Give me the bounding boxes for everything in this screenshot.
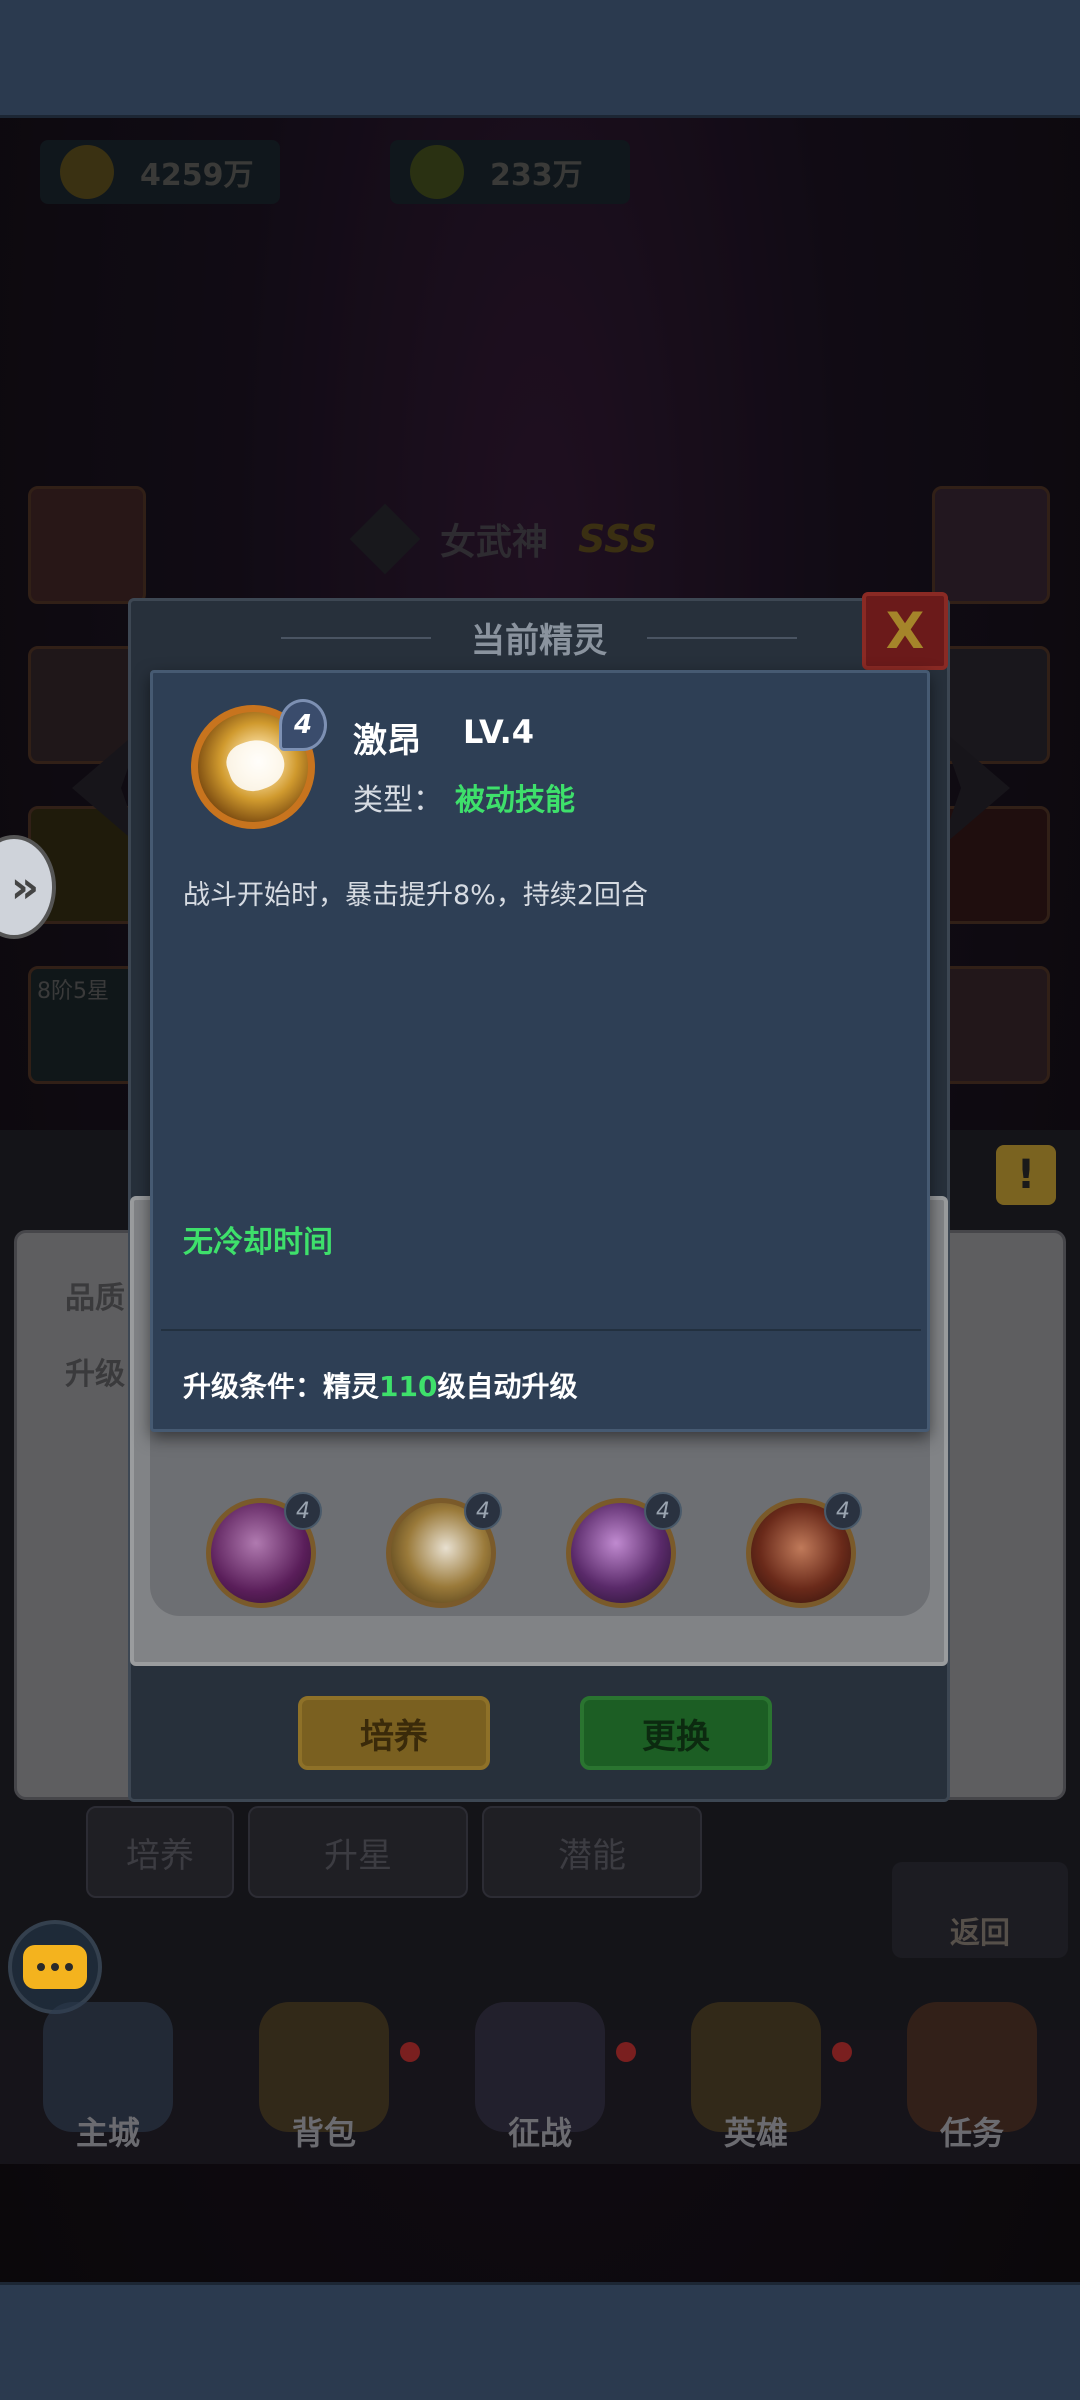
train-button[interactable]: 培养 (298, 1696, 490, 1770)
notification-dot (400, 2042, 420, 2062)
spirit-level-badge: 4 (644, 1492, 682, 1530)
double-chevron-icon: » (10, 861, 40, 913)
tab-star-up[interactable]: 升星 (248, 1806, 468, 1898)
system-nav-bar (0, 2282, 1080, 2400)
dialog-header: 当前精灵 (131, 601, 947, 673)
chat-icon (23, 1945, 87, 1989)
divider (161, 1329, 921, 1331)
skill-level-badge: 4 (279, 699, 327, 751)
info-warning-button[interactable]: ! (996, 1145, 1056, 1205)
quality-label: 品质 (65, 1281, 125, 1316)
change-button[interactable]: 更换 (580, 1696, 772, 1770)
spirit-level-badge: 4 (824, 1492, 862, 1530)
tab-potential[interactable]: 潜能 (482, 1806, 702, 1898)
upgrade-label: 升级 (65, 1357, 125, 1392)
nav-label: 背包 (291, 2114, 356, 2152)
spirit-level-badge: 4 (464, 1492, 502, 1530)
tab-train[interactable]: 培养 (86, 1806, 234, 1898)
skill-level: LV.4 (463, 713, 535, 751)
upgrade-required-level: 110 (379, 1370, 438, 1403)
main-nav: 主城 背包 征战 英雄 任务 (0, 2002, 1080, 2164)
upgrade-condition: 升级条件：精灵110级自动升级 (183, 1365, 577, 1405)
nav-heroes[interactable]: 英雄 (648, 2002, 864, 2164)
title-decoration (281, 637, 431, 639)
close-button[interactable]: X (862, 592, 948, 670)
upgrade-condition-label: 升级条件：精灵 (183, 1370, 380, 1403)
status-bar (0, 0, 1080, 118)
chat-button[interactable] (8, 1920, 102, 2014)
nav-label: 任务 (939, 2114, 1004, 2152)
skill-description: 战斗开始时，暴击提升8%，持续2回合 (183, 880, 649, 911)
nav-label: 征战 (507, 2114, 572, 2152)
skill-tooltip: 4 激昂 LV.4 类型： 被动技能 战斗开始时，暴击提升8%，持续2回合 无冷… (150, 670, 930, 1432)
nav-label: 主城 (75, 2114, 140, 2152)
nav-backpack[interactable]: 背包 (216, 2002, 432, 2164)
nav-tasks[interactable]: 任务 (864, 2002, 1080, 2164)
dialog-title: 当前精灵 (471, 620, 607, 661)
skill-type-value: 被动技能 (455, 783, 575, 818)
back-label: 返回 (950, 1916, 1010, 1951)
spirit-level-badge: 4 (284, 1492, 322, 1530)
notification-dot (832, 2042, 852, 2062)
exclamation-icon: ! (1016, 1152, 1036, 1198)
upgrade-condition-suffix: 级自动升级 (437, 1370, 578, 1403)
close-icon: X (885, 602, 925, 660)
skill-name: 激昂 (353, 721, 421, 761)
skill-cooldown: 无冷却时间 (183, 1225, 333, 1260)
nav-label: 英雄 (723, 2114, 788, 2152)
nav-main-city[interactable]: 主城 (0, 2002, 216, 2164)
back-button[interactable]: 返回 (892, 1862, 1068, 1958)
notification-dot (616, 2042, 636, 2062)
skill-type-label: 类型： (353, 783, 443, 818)
title-decoration (647, 637, 797, 639)
nav-campaign[interactable]: 征战 (432, 2002, 648, 2164)
